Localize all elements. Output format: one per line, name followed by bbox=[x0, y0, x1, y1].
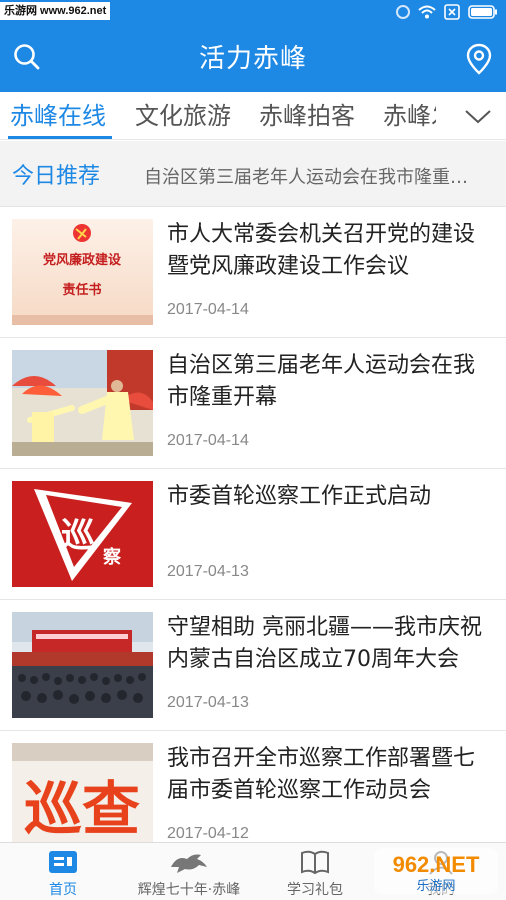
news-item[interactable]: 自治区第三届老年人运动会在我市隆重开幕 2017-04-14 bbox=[0, 338, 506, 469]
location-pin-icon bbox=[466, 43, 492, 75]
news-title: 市人大常委会机关召开党的建设暨党风廉政建设工作会议 bbox=[167, 222, 476, 279]
thumb-caption-2: 察 bbox=[103, 546, 122, 568]
tab-chifeng-online[interactable]: 赤峰在线 bbox=[10, 100, 106, 132]
today-recommend-bar[interactable]: 今日推荐 自治区第三届老年人运动会在我市隆重开幕 bbox=[0, 141, 506, 207]
status-bar: 乐游网 www.962.net bbox=[0, 0, 506, 26]
chevron-down-icon bbox=[465, 110, 491, 124]
watermark-text: 乐游网 www.962.net bbox=[0, 2, 111, 20]
nav-label: 学习礼包 bbox=[287, 882, 343, 898]
battery-icon bbox=[468, 5, 498, 19]
nav-glorious-seventy[interactable]: 辉煌七十年·赤峰 bbox=[126, 843, 252, 900]
sync-icon bbox=[396, 5, 410, 19]
news-item[interactable]: 守望相助 亮丽北疆——我市庆祝内蒙古自治区成立70周年大会 2017-04-13 bbox=[0, 600, 506, 731]
news-thumbnail: 党风廉政建设 责任书 bbox=[12, 219, 153, 325]
location-button[interactable] bbox=[464, 42, 494, 76]
news-date: 2017-04-14 bbox=[167, 432, 249, 449]
news-date: 2017-04-14 bbox=[167, 301, 249, 318]
wifi-icon bbox=[418, 5, 436, 19]
news-thumbnail bbox=[12, 350, 153, 456]
news-item[interactable]: 党风廉政建设 责任书 市人大常委会机关召开党的建设暨党风廉政建设工作会议 201… bbox=[0, 207, 506, 338]
recommend-headline[interactable]: 自治区第三届老年人运动会在我市隆重开幕 bbox=[144, 163, 484, 189]
svg-text:962.NET: 962.NET bbox=[393, 852, 480, 877]
news-thumbnail bbox=[12, 612, 153, 718]
tab-indicator bbox=[8, 136, 112, 139]
page-title: 活力赤峰 bbox=[198, 44, 307, 74]
news-title: 自治区第三届老年人运动会在我市隆重开幕 bbox=[167, 353, 476, 410]
nav-label: 辉煌七十年·赤峰 bbox=[137, 882, 241, 898]
thumb-caption: 巡 bbox=[61, 516, 95, 556]
news-thumbnail: 巡 察 bbox=[12, 481, 153, 587]
watermark-logo: 962.NET 乐游网 bbox=[374, 846, 498, 896]
status-icons bbox=[396, 4, 498, 20]
news-title: 守望相助 亮丽北疆——我市庆祝内蒙古自治区成立70周年大会 bbox=[167, 615, 482, 672]
nav-home[interactable]: 首页 bbox=[0, 843, 126, 900]
no-sim-icon bbox=[444, 4, 460, 20]
nav-label: 首页 bbox=[49, 882, 77, 898]
horse-icon bbox=[167, 849, 211, 881]
recommend-label: 今日推荐 bbox=[12, 164, 101, 189]
app-bar: 活力赤峰 bbox=[0, 26, 506, 92]
news-date: 2017-04-13 bbox=[167, 694, 249, 711]
news-item[interactable]: 巡 察 市委首轮巡察工作正式启动 2017-04-13 bbox=[0, 469, 506, 600]
svg-text:乐游网: 乐游网 bbox=[416, 879, 455, 894]
news-date: 2017-04-12 bbox=[167, 825, 249, 842]
thumb-caption: 党风廉政建设 bbox=[43, 252, 122, 268]
tabs-expand-button[interactable] bbox=[464, 104, 492, 128]
thumb-caption: 巡查 bbox=[24, 775, 140, 843]
news-thumbnail: 巡查 bbox=[12, 743, 153, 849]
news-title: 我市召开全市巡察工作部署暨七届市委首轮巡察工作动员会 bbox=[167, 746, 476, 803]
news-date: 2017-04-13 bbox=[167, 563, 249, 580]
book-icon bbox=[300, 849, 330, 879]
thumb-caption-2: 责任书 bbox=[62, 282, 101, 298]
news-title: 市委首轮巡察工作正式启动 bbox=[167, 484, 432, 509]
tab-culture-travel[interactable]: 文化旅游 bbox=[135, 100, 231, 132]
nav-study-package[interactable]: 学习礼包 bbox=[252, 843, 378, 900]
category-tabs: 赤峰在线 文化旅游 赤峰拍客 赤峰发 bbox=[0, 92, 506, 140]
home-icon bbox=[48, 849, 78, 879]
tab-chifeng-photographer[interactable]: 赤峰拍客 bbox=[259, 100, 355, 132]
